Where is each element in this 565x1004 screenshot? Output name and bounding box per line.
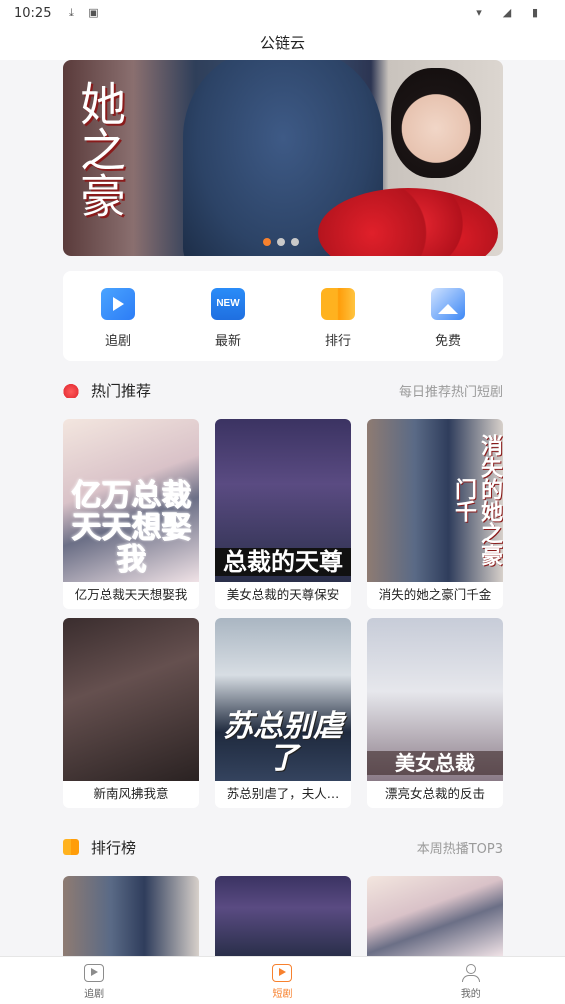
drama-poster: 总裁的天尊 <box>215 419 351 582</box>
ranking-poster[interactable] <box>63 876 199 956</box>
tv-icon <box>84 964 105 982</box>
tab-label: 追剧 <box>84 989 105 1000</box>
quick-nav-latest[interactable]: 最新 <box>173 271 283 361</box>
tab-label: 我的 <box>460 989 481 1000</box>
drama-title: 美女总裁的天尊保安 <box>226 587 340 602</box>
carousel-dot[interactable] <box>291 238 299 246</box>
rank-icon <box>63 839 79 855</box>
drama-title: 漂亮女总裁的反击 <box>384 786 485 801</box>
section-subtitle[interactable]: 本周热播TOP3 <box>417 838 503 857</box>
battery-icon: ▮ <box>531 6 539 19</box>
poster-text: 亿万总裁天天想娶我 <box>71 478 191 577</box>
quick-nav-label: 免费 <box>434 334 461 349</box>
drama-card[interactable]: 新南风拂我意 <box>63 618 199 808</box>
tab-follow[interactable]: 追剧 <box>0 957 188 1004</box>
drama-card[interactable]: 苏总别虐了 苏总别虐了，夫人… <box>215 618 351 808</box>
tab-label: 短剧 <box>272 989 293 1000</box>
status-bar: 10:25 ⤓ ▣ ▾ ◢ ▮ <box>0 0 565 26</box>
section-subtitle[interactable]: 每日推荐热门短剧 <box>399 381 503 400</box>
drama-title: 亿万总裁天天想娶我 <box>74 587 188 602</box>
rank-icon <box>321 288 355 320</box>
download-icon: ⤓ <box>69 6 74 19</box>
hot-section-header: 热门推荐 每日推荐热门短剧 <box>63 378 503 402</box>
drama-card[interactable]: 美女总裁 漂亮女总裁的反击 <box>367 618 503 808</box>
quick-nav: 追剧 最新 排行 免费 <box>63 271 503 361</box>
quick-nav-label: 追剧 <box>104 334 131 349</box>
carousel-dot[interactable] <box>263 238 271 246</box>
section-title: 排行榜 <box>91 838 137 857</box>
drama-card[interactable]: 亿万总裁天天想娶我 亿万总裁天天想娶我 <box>63 419 199 609</box>
status-time: 10:25 <box>14 5 52 21</box>
carousel-dots <box>263 238 299 246</box>
bottom-tab-bar: 追剧 短剧 我的 <box>0 956 565 1004</box>
poster-text: 美女总裁 <box>367 751 503 775</box>
quick-nav-rank[interactable]: 排行 <box>283 271 393 361</box>
poster-text: 总裁的天尊 <box>215 548 351 576</box>
drama-title: 消失的她之豪门千金 <box>378 587 492 602</box>
quick-nav-label: 最新 <box>214 334 241 349</box>
hot-icon <box>63 382 79 398</box>
quick-nav-follow[interactable]: 追剧 <box>63 271 173 361</box>
signal-icon: ◢ <box>502 6 512 19</box>
poster-text: 苏总别虐了 <box>223 709 343 776</box>
banner-figure-woman <box>391 68 481 178</box>
drama-poster <box>63 618 199 781</box>
poster-text: 消失的她之豪门千 <box>451 433 503 566</box>
hot-grid: 亿万总裁天天想娶我 亿万总裁天天想娶我 总裁的天尊 美女总裁的天尊保安 消失的她… <box>63 419 503 808</box>
drama-poster: 亿万总裁天天想娶我 <box>63 419 199 582</box>
ranking-row <box>63 876 503 956</box>
quick-nav-label: 排行 <box>324 334 351 349</box>
a-icon: ▣ <box>88 6 99 19</box>
banner-calligraphy: 她之豪 <box>73 80 127 218</box>
play-icon <box>272 964 293 982</box>
free-image-icon <box>431 288 465 320</box>
quick-nav-free[interactable]: 免费 <box>393 271 503 361</box>
follow-play-icon <box>101 288 135 320</box>
page-title: 公链云 <box>0 26 565 60</box>
ranking-poster[interactable] <box>215 876 351 956</box>
drama-title: 苏总别虐了，夫人… <box>226 786 340 801</box>
carousel-dot[interactable] <box>277 238 285 246</box>
section-title: 热门推荐 <box>91 381 152 400</box>
drama-title: 新南风拂我意 <box>93 786 169 801</box>
ranking-poster[interactable] <box>367 876 503 956</box>
drama-poster: 消失的她之豪门千 <box>367 419 503 582</box>
wifi-icon: ▾ <box>476 6 482 19</box>
ranking-section-header: 排行榜 本周热播TOP3 <box>63 835 503 859</box>
tab-mine[interactable]: 我的 <box>377 957 565 1004</box>
user-icon <box>461 964 481 982</box>
banner-carousel[interactable]: 她之豪 <box>63 60 503 256</box>
tab-shorts[interactable]: 短剧 <box>188 957 376 1004</box>
drama-poster: 苏总别虐了 <box>215 618 351 781</box>
drama-card[interactable]: 消失的她之豪门千 消失的她之豪门千金 <box>367 419 503 609</box>
new-icon <box>211 288 245 320</box>
drama-poster: 美女总裁 <box>367 618 503 781</box>
drama-card[interactable]: 总裁的天尊 美女总裁的天尊保安 <box>215 419 351 609</box>
